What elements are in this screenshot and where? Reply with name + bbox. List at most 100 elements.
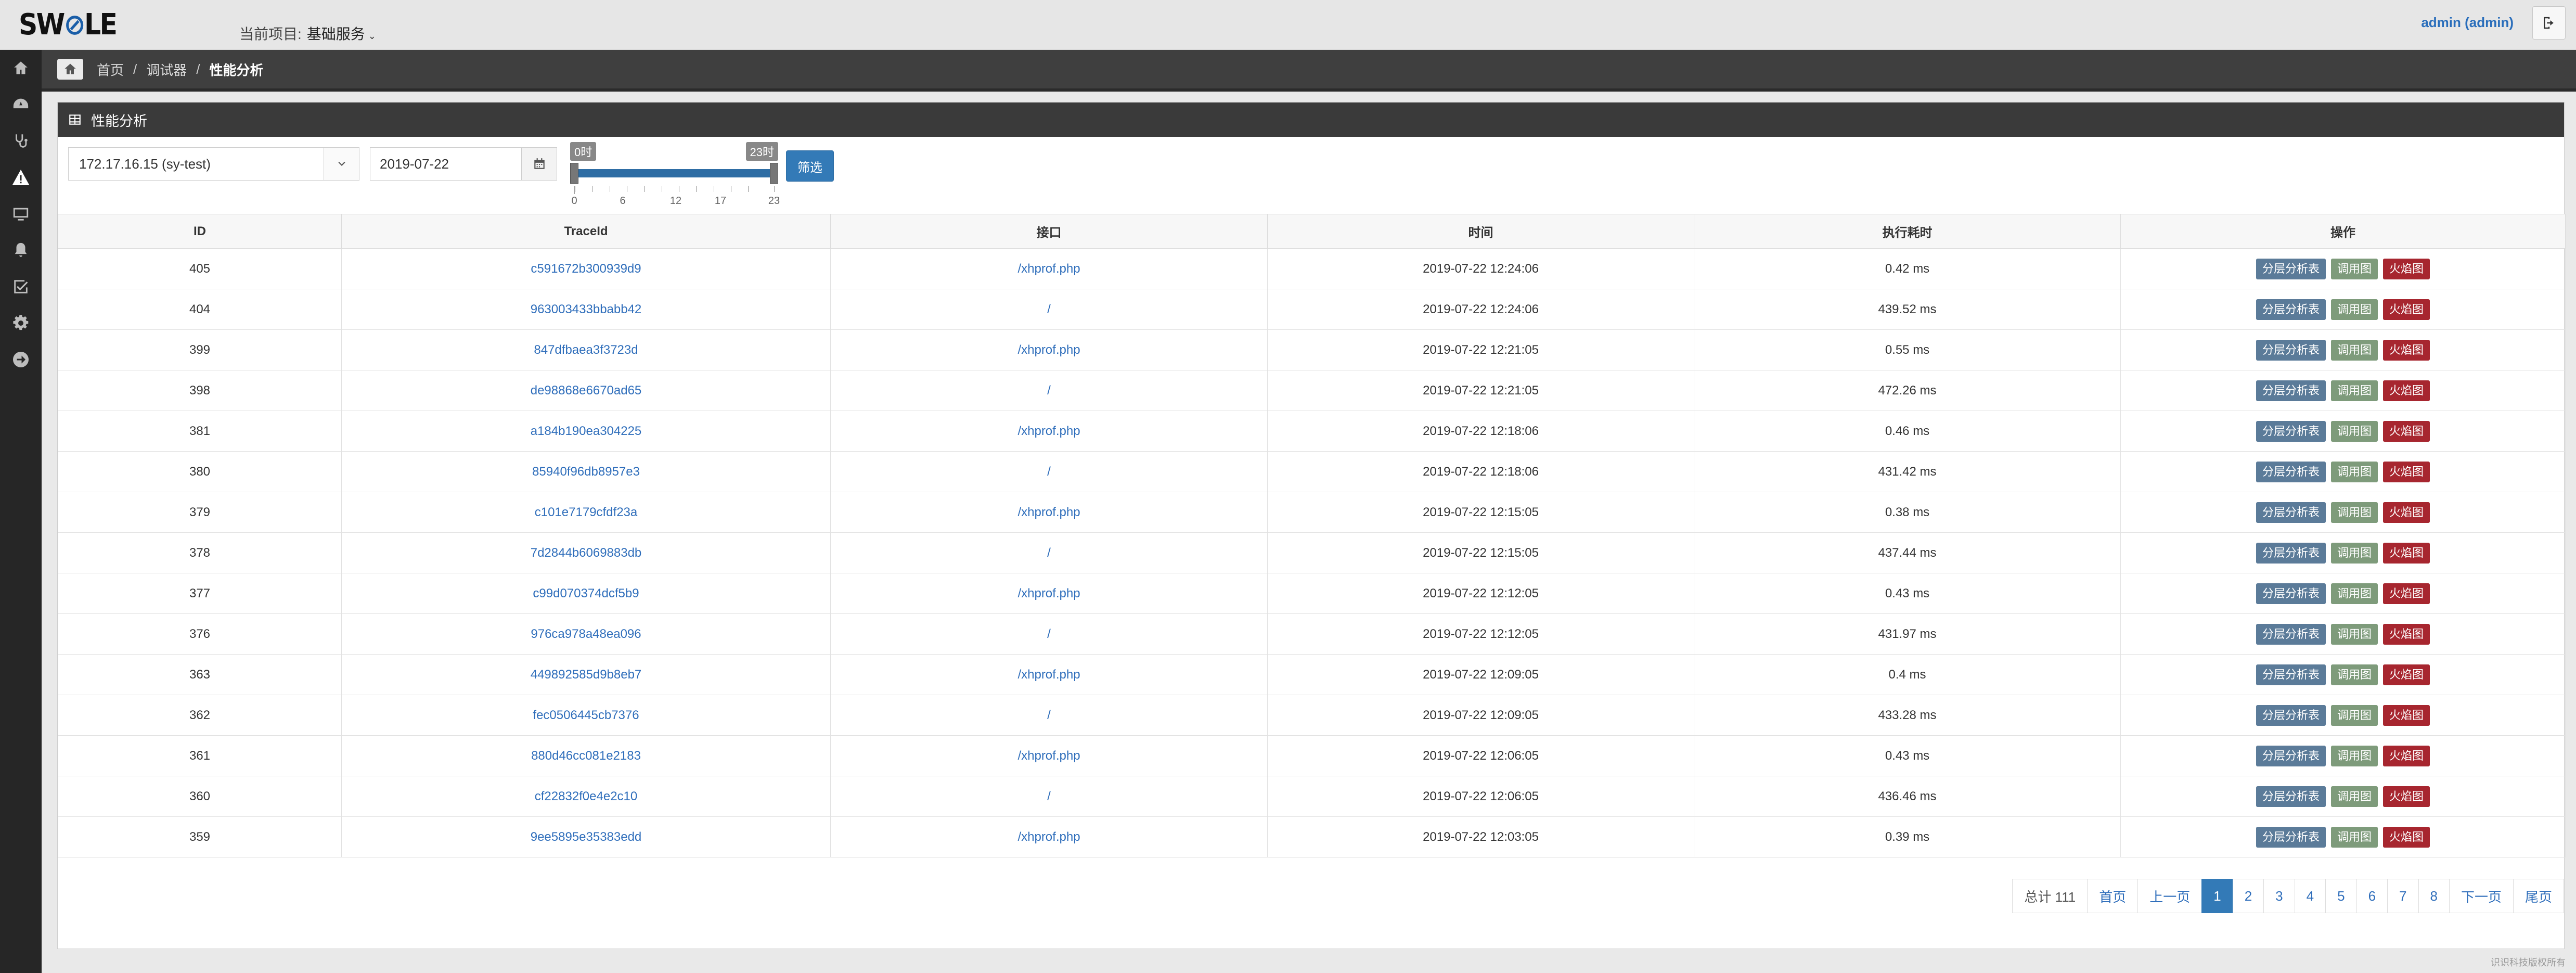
trace-link[interactable]: 7d2844b6069883db (531, 546, 642, 560)
layered-analysis-button[interactable]: 分层分析表 (2256, 299, 2326, 320)
call-graph-button[interactable]: 调用图 (2330, 339, 2378, 361)
layered-analysis-button[interactable]: 分层分析表 (2256, 745, 2326, 766)
flame-graph-button[interactable]: 火焰图 (2383, 705, 2430, 726)
pagination-page[interactable]: 4 (2294, 879, 2326, 913)
pagination-next[interactable]: 下一页 (2449, 879, 2514, 913)
server-select[interactable]: 172.17.16.15 (sy-test) (68, 147, 359, 181)
api-link[interactable]: / (1047, 627, 1051, 641)
range-end-handle[interactable] (770, 163, 778, 184)
layered-analysis-button[interactable]: 分层分析表 (2256, 786, 2326, 807)
api-link[interactable]: /xhprof.php (1017, 262, 1080, 276)
api-link[interactable]: / (1047, 789, 1051, 803)
range-selection-track[interactable] (574, 169, 774, 177)
trace-link[interactable]: c591672b300939d9 (531, 262, 641, 276)
sidebar-item-dashboard[interactable] (0, 86, 42, 123)
layered-analysis-button[interactable]: 分层分析表 (2256, 502, 2326, 523)
range-start-handle[interactable] (570, 163, 578, 184)
api-link[interactable]: / (1047, 708, 1051, 722)
date-input[interactable]: 2019-07-22 (370, 147, 557, 181)
api-link[interactable]: /xhprof.php (1017, 830, 1080, 844)
layered-analysis-button[interactable]: 分层分析表 (2256, 461, 2326, 482)
sidebar-item-home[interactable] (0, 50, 42, 86)
layered-analysis-button[interactable]: 分层分析表 (2256, 542, 2326, 564)
layered-analysis-button[interactable]: 分层分析表 (2256, 420, 2326, 442)
pagination-last[interactable]: 尾页 (2513, 879, 2564, 913)
call-graph-button[interactable]: 调用图 (2330, 705, 2378, 726)
call-graph-button[interactable]: 调用图 (2330, 664, 2378, 685)
flame-graph-button[interactable]: 火焰图 (2383, 786, 2430, 807)
sidebar-item-tasks[interactable] (0, 268, 42, 305)
api-link[interactable]: /xhprof.php (1017, 505, 1080, 519)
pagination-prev[interactable]: 上一页 (2137, 879, 2203, 913)
breadcrumb-item-home[interactable]: 首页 (97, 60, 124, 79)
layered-analysis-button[interactable]: 分层分析表 (2256, 705, 2326, 726)
call-graph-button[interactable]: 调用图 (2330, 623, 2378, 645)
calendar-icon[interactable] (521, 148, 557, 180)
flame-graph-button[interactable]: 火焰图 (2383, 745, 2430, 766)
call-graph-button[interactable]: 调用图 (2330, 542, 2378, 564)
call-graph-button[interactable]: 调用图 (2330, 420, 2378, 442)
pagination-page[interactable]: 5 (2325, 879, 2357, 913)
flame-graph-button[interactable]: 火焰图 (2383, 623, 2430, 645)
layered-analysis-button[interactable]: 分层分析表 (2256, 826, 2326, 848)
user-menu[interactable]: admin (admin) (2421, 15, 2514, 31)
trace-link[interactable]: 9ee5895e35383edd (531, 830, 642, 844)
sidebar-item-collapse[interactable] (0, 341, 42, 378)
breadcrumb-home-button[interactable] (57, 59, 83, 80)
pagination-page[interactable]: 8 (2418, 879, 2450, 913)
flame-graph-button[interactable]: 火焰图 (2383, 664, 2430, 685)
sidebar-item-debugger[interactable] (0, 123, 42, 159)
api-link[interactable]: / (1047, 465, 1051, 479)
pagination-first[interactable]: 首页 (2087, 879, 2139, 913)
pagination-page[interactable]: 1 (2201, 879, 2233, 913)
api-link[interactable]: /xhprof.php (1017, 586, 1080, 600)
filter-submit-button[interactable]: 筛选 (786, 150, 834, 182)
trace-link[interactable]: a184b190ea304225 (531, 424, 642, 438)
layered-analysis-button[interactable]: 分层分析表 (2256, 664, 2326, 685)
sidebar-item-settings[interactable] (0, 305, 42, 341)
call-graph-button[interactable]: 调用图 (2330, 583, 2378, 604)
api-link[interactable]: /xhprof.php (1017, 668, 1080, 682)
trace-link[interactable]: 847dfbaea3f3723d (534, 343, 638, 357)
layered-analysis-button[interactable]: 分层分析表 (2256, 583, 2326, 604)
trace-link[interactable]: c101e7179cfdf23a (535, 505, 638, 519)
flame-graph-button[interactable]: 火焰图 (2383, 826, 2430, 848)
sidebar-item-monitor[interactable] (0, 196, 42, 232)
project-name[interactable]: 基础服务 (307, 26, 365, 42)
hour-range-slider[interactable]: 0时 23时 0 6 12 17 23 (570, 142, 780, 210)
call-graph-button[interactable]: 调用图 (2330, 299, 2378, 320)
trace-link[interactable]: 880d46cc081e2183 (531, 749, 641, 763)
call-graph-button[interactable]: 调用图 (2330, 502, 2378, 523)
trace-link[interactable]: c99d070374dcf5b9 (533, 586, 639, 600)
trace-link[interactable]: de98868e6670ad65 (531, 383, 642, 398)
pagination-page[interactable]: 3 (2263, 879, 2295, 913)
flame-graph-button[interactable]: 火焰图 (2383, 299, 2430, 320)
sidebar-item-alerts[interactable] (0, 159, 42, 196)
flame-graph-button[interactable]: 火焰图 (2383, 461, 2430, 482)
trace-link[interactable]: 963003433bbabb42 (531, 302, 642, 316)
brand-logo[interactable]: SW⊘LE (19, 10, 118, 40)
api-link[interactable]: /xhprof.php (1017, 343, 1080, 357)
sidebar-item-notify[interactable] (0, 232, 42, 268)
api-link[interactable]: /xhprof.php (1017, 749, 1080, 763)
trace-link[interactable]: 976ca978a48ea096 (531, 627, 641, 641)
call-graph-button[interactable]: 调用图 (2330, 826, 2378, 848)
api-link[interactable]: / (1047, 546, 1051, 560)
layered-analysis-button[interactable]: 分层分析表 (2256, 623, 2326, 645)
flame-graph-button[interactable]: 火焰图 (2383, 339, 2430, 361)
pagination-page[interactable]: 7 (2387, 879, 2419, 913)
layered-analysis-button[interactable]: 分层分析表 (2256, 380, 2326, 401)
layered-analysis-button[interactable]: 分层分析表 (2256, 339, 2326, 361)
trace-link[interactable]: 449892585d9b8eb7 (531, 668, 642, 682)
call-graph-button[interactable]: 调用图 (2330, 380, 2378, 401)
call-graph-button[interactable]: 调用图 (2330, 461, 2378, 482)
pagination-page[interactable]: 2 (2232, 879, 2264, 913)
flame-graph-button[interactable]: 火焰图 (2383, 583, 2430, 604)
logout-button[interactable] (2532, 6, 2566, 40)
flame-graph-button[interactable]: 火焰图 (2383, 258, 2430, 279)
api-link[interactable]: / (1047, 302, 1051, 316)
trace-link[interactable]: 85940f96db8957e3 (532, 465, 640, 479)
api-link[interactable]: /xhprof.php (1017, 424, 1080, 438)
breadcrumb-item-debugger[interactable]: 调试器 (146, 60, 187, 79)
pagination-page[interactable]: 6 (2356, 879, 2388, 913)
